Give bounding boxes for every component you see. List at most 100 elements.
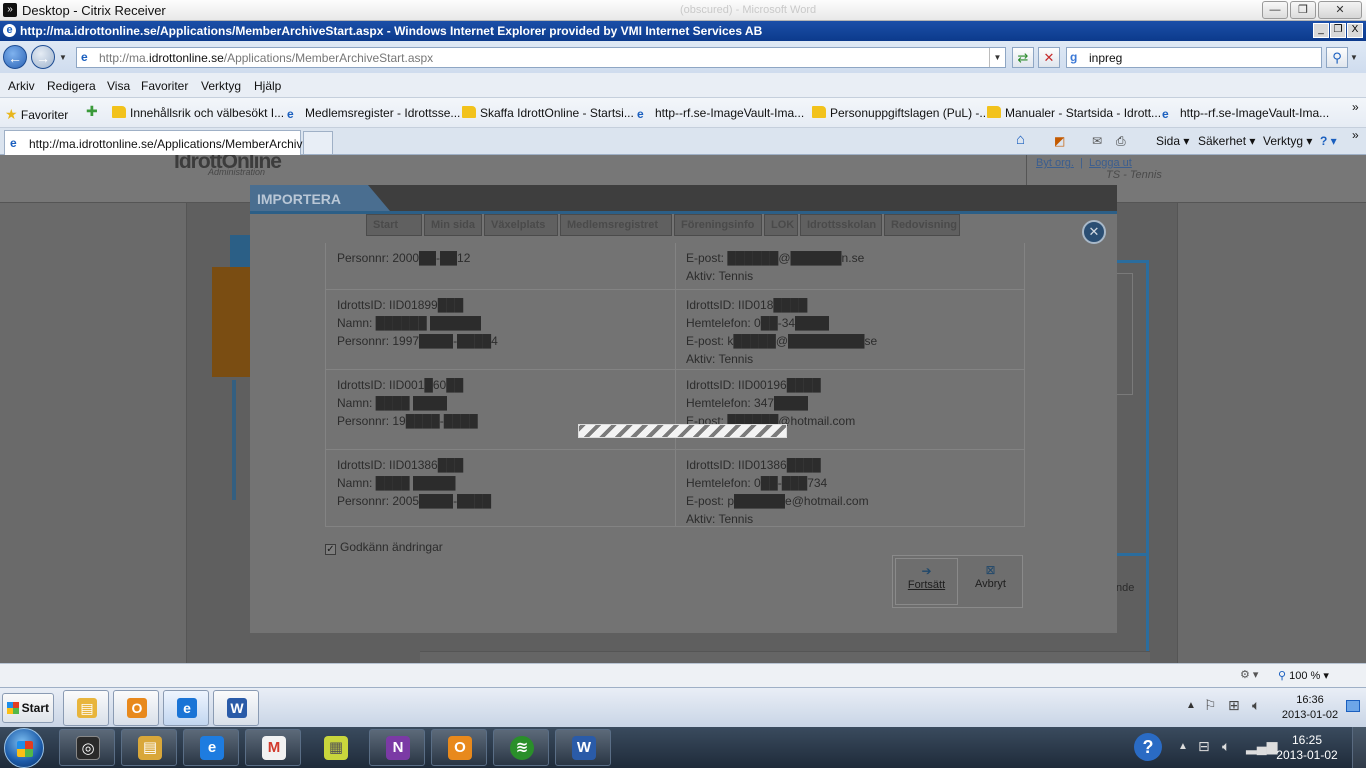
page-viewport: IdrottOnline Administration Byt org. | L… bbox=[0, 155, 1366, 663]
command-overflow-icon[interactable]: » bbox=[1352, 128, 1359, 142]
protected-mode-icon[interactable]: ⚙ ▾ bbox=[1240, 668, 1258, 681]
back-button[interactable]: ← bbox=[3, 45, 27, 69]
menu-verktyg[interactable]: Verktyg bbox=[201, 79, 241, 93]
search-options-icon[interactable]: ▼ bbox=[1350, 53, 1358, 62]
remote-start-button[interactable]: Start bbox=[2, 693, 54, 723]
word-button[interactable]: W bbox=[555, 729, 611, 766]
ie-page-icon: e bbox=[10, 136, 17, 150]
windows-start-orb[interactable] bbox=[4, 728, 44, 768]
address-bar[interactable]: e http://ma.idrottonline.se/Applications… bbox=[76, 47, 1006, 68]
search-icon[interactable]: ⚲ bbox=[1326, 47, 1348, 68]
left-panel-line bbox=[232, 380, 236, 500]
logout-link[interactable]: Logga ut bbox=[1089, 157, 1132, 169]
google-icon: g bbox=[1070, 50, 1078, 64]
outlook-button[interactable]: O bbox=[431, 729, 487, 766]
ie-button[interactable]: e bbox=[183, 729, 239, 766]
safety-menu[interactable]: Säkerhet ▾ bbox=[1198, 134, 1255, 148]
favorite-link-3[interactable]: Skaffa IdrottOnline - Startsi... bbox=[462, 106, 634, 120]
new-tab-button[interactable] bbox=[303, 131, 333, 154]
remote-explorer-button[interactable]: ▤ bbox=[63, 690, 109, 726]
onenote-button[interactable]: N bbox=[369, 729, 425, 766]
menu-favoriter[interactable]: Favoriter bbox=[141, 79, 188, 93]
remote-outlook-button[interactable]: O bbox=[113, 690, 159, 726]
approve-checkbox[interactable]: ✓ bbox=[325, 544, 336, 555]
tools-menu[interactable]: Verktyg ▾ bbox=[1263, 134, 1312, 148]
minimize-button[interactable]: — bbox=[1262, 1, 1288, 19]
site-nav-start: Start bbox=[366, 214, 422, 236]
address-dropdown-icon[interactable]: ▼ bbox=[989, 48, 1005, 67]
ie-icon: e bbox=[200, 736, 224, 760]
rss-icon[interactable]: ◩ bbox=[1054, 134, 1065, 148]
gmail-button[interactable]: M bbox=[245, 729, 301, 766]
change-org-link[interactable]: Byt org. bbox=[1036, 157, 1074, 169]
explorer-button[interactable]: ▤ bbox=[121, 729, 177, 766]
menu-redigera[interactable]: Redigera bbox=[47, 79, 96, 93]
signal-icon[interactable]: ▂▄▆ bbox=[1246, 738, 1277, 755]
help-tray-icon[interactable]: ? bbox=[1134, 733, 1162, 761]
favorite-link-7[interactable]: e http--rf.se-ImageVault-Ima... bbox=[1162, 106, 1329, 120]
local-taskbar: ◎ ▤ e M ▦ N O ≋ W ? ▲ ⊟ 🔈︎ ▂▄▆ 16:25 201… bbox=[0, 727, 1366, 768]
record-name: Namn: ██████ ██████ bbox=[337, 316, 482, 330]
record-active: Aktiv: Tennis bbox=[686, 352, 754, 366]
ie-close-button[interactable]: X bbox=[1347, 23, 1363, 38]
zoom-level[interactable]: ⚲ 100 % ▾ bbox=[1278, 669, 1329, 682]
maximize-button[interactable]: ❐ bbox=[1290, 1, 1316, 19]
tray-expand-icon[interactable]: ▲ bbox=[1178, 741, 1188, 752]
menu-visa[interactable]: Visa bbox=[107, 79, 130, 93]
ie-icon: e bbox=[177, 698, 197, 718]
remote-clock[interactable]: 16:36 2013-01-02 bbox=[1280, 693, 1340, 723]
menu-hjalp[interactable]: Hjälp bbox=[254, 79, 281, 93]
favorites-button[interactable]: ★ Favoriter bbox=[5, 106, 68, 123]
loading-progress-bar bbox=[578, 424, 787, 438]
show-desktop-icon[interactable] bbox=[1346, 700, 1360, 712]
add-favorite-icon[interactable]: ✚ bbox=[86, 103, 98, 120]
tab-active[interactable]: e http://ma.idrottonline.se/Applications… bbox=[4, 130, 319, 155]
spotify-button[interactable]: ≋ bbox=[493, 729, 549, 766]
citrix-receiver-button[interactable]: ◎ bbox=[59, 729, 115, 766]
home-icon[interactable]: ⌂ bbox=[1016, 131, 1025, 148]
windows-logo-icon bbox=[7, 702, 19, 714]
favorite-link-5[interactable]: Personuppgiftslagen (PuL) -... bbox=[812, 106, 989, 120]
page-menu[interactable]: Sida ▾ bbox=[1156, 134, 1189, 148]
favorite-link-1[interactable]: Innehållsrik och välbesökt I... bbox=[112, 106, 284, 120]
action-center-icon[interactable]: ⚐ bbox=[1204, 697, 1217, 714]
history-dropdown-icon[interactable]: ▼ bbox=[59, 53, 67, 62]
volume-icon[interactable]: 🔈︎ bbox=[1222, 738, 1230, 755]
print-icon[interactable]: ⎙ bbox=[1116, 134, 1126, 149]
local-clock[interactable]: 16:25 2013-01-02 bbox=[1276, 733, 1338, 763]
ie-restore-button[interactable]: ❐ bbox=[1330, 23, 1346, 38]
citrix-window-title: Desktop - Citrix Receiver bbox=[22, 3, 166, 18]
ie-page-icon: e bbox=[1162, 107, 1169, 121]
show-desktop-button[interactable] bbox=[1352, 727, 1366, 768]
record-left: IdrottsID: IID01899███ Namn: ██████ ████… bbox=[337, 296, 498, 350]
sticky-notes-button[interactable]: ▦ bbox=[307, 729, 363, 766]
stop-button[interactable]: ✕ bbox=[1038, 47, 1060, 68]
approve-changes[interactable]: ✓ Godkänn ändringar bbox=[325, 540, 443, 555]
remote-word-button[interactable]: W bbox=[213, 690, 259, 726]
modal-close-button[interactable]: ✕ bbox=[1082, 220, 1106, 244]
refresh-button[interactable]: ⇄ bbox=[1012, 47, 1034, 68]
forward-button[interactable]: → bbox=[31, 45, 55, 69]
remote-ie-button[interactable]: e bbox=[163, 690, 209, 726]
record-left: Personnr: 2000██-██12 bbox=[337, 249, 470, 267]
favorite-link-4[interactable]: e http--rf.se-ImageVault-Ima... bbox=[637, 106, 804, 120]
usb-device-icon[interactable]: ⊟ bbox=[1198, 738, 1210, 755]
volume-icon[interactable]: 🔈︎ bbox=[1252, 697, 1260, 714]
search-input[interactable]: g inpreg bbox=[1066, 47, 1322, 68]
record-name: Namn: ████ █████ bbox=[337, 476, 456, 490]
tray-expand-icon[interactable]: ▲ bbox=[1186, 700, 1196, 711]
modal-header-line bbox=[250, 211, 1117, 214]
menu-arkiv[interactable]: Arkiv bbox=[8, 79, 35, 93]
cancel-button[interactable]: ⊠ Avbryt bbox=[959, 558, 1022, 605]
favorite-link-2[interactable]: e Medlemsregister - Idrottsse... bbox=[287, 106, 460, 120]
cancel-icon: ⊠ bbox=[985, 563, 996, 577]
continue-button[interactable]: ➔ Fortsätt bbox=[895, 558, 958, 605]
favorites-overflow-icon[interactable]: » bbox=[1352, 100, 1359, 114]
favorite-link-6[interactable]: Manualer - Startsida - Idrott... bbox=[987, 106, 1161, 120]
record-left: IdrottsID: IID001█60██ Namn: ████ ████ P… bbox=[337, 376, 478, 430]
close-button[interactable]: ✕ bbox=[1318, 1, 1362, 19]
ie-minimize-button[interactable]: _ bbox=[1313, 23, 1329, 38]
network-icon[interactable]: ⊞ bbox=[1228, 697, 1240, 714]
help-icon[interactable]: ? ▾ bbox=[1320, 134, 1337, 148]
mail-icon[interactable]: ✉ bbox=[1092, 134, 1102, 148]
